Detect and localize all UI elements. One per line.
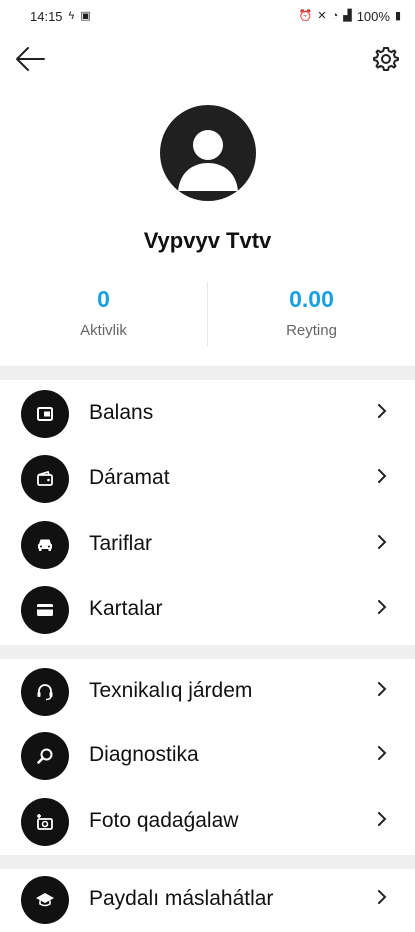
chevron-right-icon <box>378 469 387 483</box>
menu-item-support[interactable]: Texnikalıq járdem <box>0 660 415 724</box>
menu-item-label: Texnikalıq járdem <box>89 679 253 702</box>
menu-item-label: Diagnostika <box>89 743 199 766</box>
stat-activity: 0 Aktivlik <box>0 278 207 339</box>
wallet-icon <box>21 390 69 438</box>
user-silhouette-icon <box>178 130 238 191</box>
back-button[interactable] <box>14 44 48 74</box>
arrow-left-icon <box>16 47 45 71</box>
stat-value: 0 <box>97 286 110 312</box>
stat-label: Aktivlik <box>80 322 127 339</box>
magnifier-icon <box>21 732 69 780</box>
menu-item-label: Balans <box>89 401 154 424</box>
signal-icon: ▟ <box>343 10 352 22</box>
chevron-right-icon <box>378 682 387 696</box>
top-bar <box>0 34 415 84</box>
menu-item-label: Tariflar <box>89 532 153 555</box>
car-icon <box>21 521 69 569</box>
chevron-right-icon <box>378 890 387 904</box>
menu-item-cards[interactable]: Kartalar <box>0 578 415 642</box>
gallery-icon: ▣ <box>80 10 91 22</box>
chevron-right-icon <box>378 535 387 549</box>
profile-name: Vypvyv Tvtv <box>143 228 272 253</box>
add-photo-icon <box>21 798 69 846</box>
stats-panel: 0 Aktivlik 0.00 Reyting <box>0 278 415 348</box>
menu-item-useful-tips[interactable]: Paydalı máslahátlar <box>0 868 415 932</box>
menu-item-tariffs[interactable]: Tariflar <box>0 513 415 577</box>
menu-item-balance[interactable]: Balans <box>0 382 415 446</box>
wifi-icon: ◔ <box>331 10 339 22</box>
section-divider <box>0 855 415 869</box>
alarm-icon: ⏰ <box>298 10 313 22</box>
status-time: 14:15 <box>30 9 63 24</box>
status-bar-left: 14:15 ϟ ▣ <box>30 9 91 24</box>
menu-item-photo-control[interactable]: Foto qadaǵalaw <box>0 790 415 854</box>
status-bar: 14:15 ϟ ▣ ⏰ ✕ ◔ ▟ 100% ▮ <box>0 0 415 34</box>
battery-icon: ▮ <box>394 10 401 22</box>
mute-icon: ✕ <box>317 10 327 22</box>
chevron-right-icon <box>378 812 387 826</box>
menu-item-label: Paydalı máslahátlar <box>89 887 274 910</box>
menu-item-diagnostics[interactable]: Diagnostika <box>0 724 415 788</box>
battery-level: 100% <box>356 9 390 24</box>
menu-item-label: Dáramat <box>89 466 170 489</box>
chevron-right-icon <box>378 746 387 760</box>
menu-item-income[interactable]: Dáramat <box>0 447 415 511</box>
stat-label: Reyting <box>286 322 337 339</box>
chevron-right-icon <box>378 404 387 418</box>
section-divider <box>0 366 415 380</box>
graduation-cap-icon <box>21 876 69 924</box>
section-divider <box>0 645 415 659</box>
status-bar-right: ⏰ ✕ ◔ ▟ 100% ▮ <box>299 9 401 24</box>
headset-icon <box>21 668 69 716</box>
menu-item-label: Foto qadaǵalaw <box>89 809 239 832</box>
purse-icon <box>21 455 69 503</box>
gear-icon <box>373 47 399 71</box>
stat-value: 0.00 <box>289 286 334 312</box>
stat-rating: 0.00 Reyting <box>208 278 415 339</box>
chevron-right-icon <box>378 600 387 614</box>
menu-item-label: Kartalar <box>89 597 163 620</box>
settings-button[interactable] <box>371 44 401 74</box>
charging-icon: ϟ <box>68 10 75 22</box>
avatar[interactable] <box>160 105 256 201</box>
credit-card-icon <box>21 586 69 634</box>
